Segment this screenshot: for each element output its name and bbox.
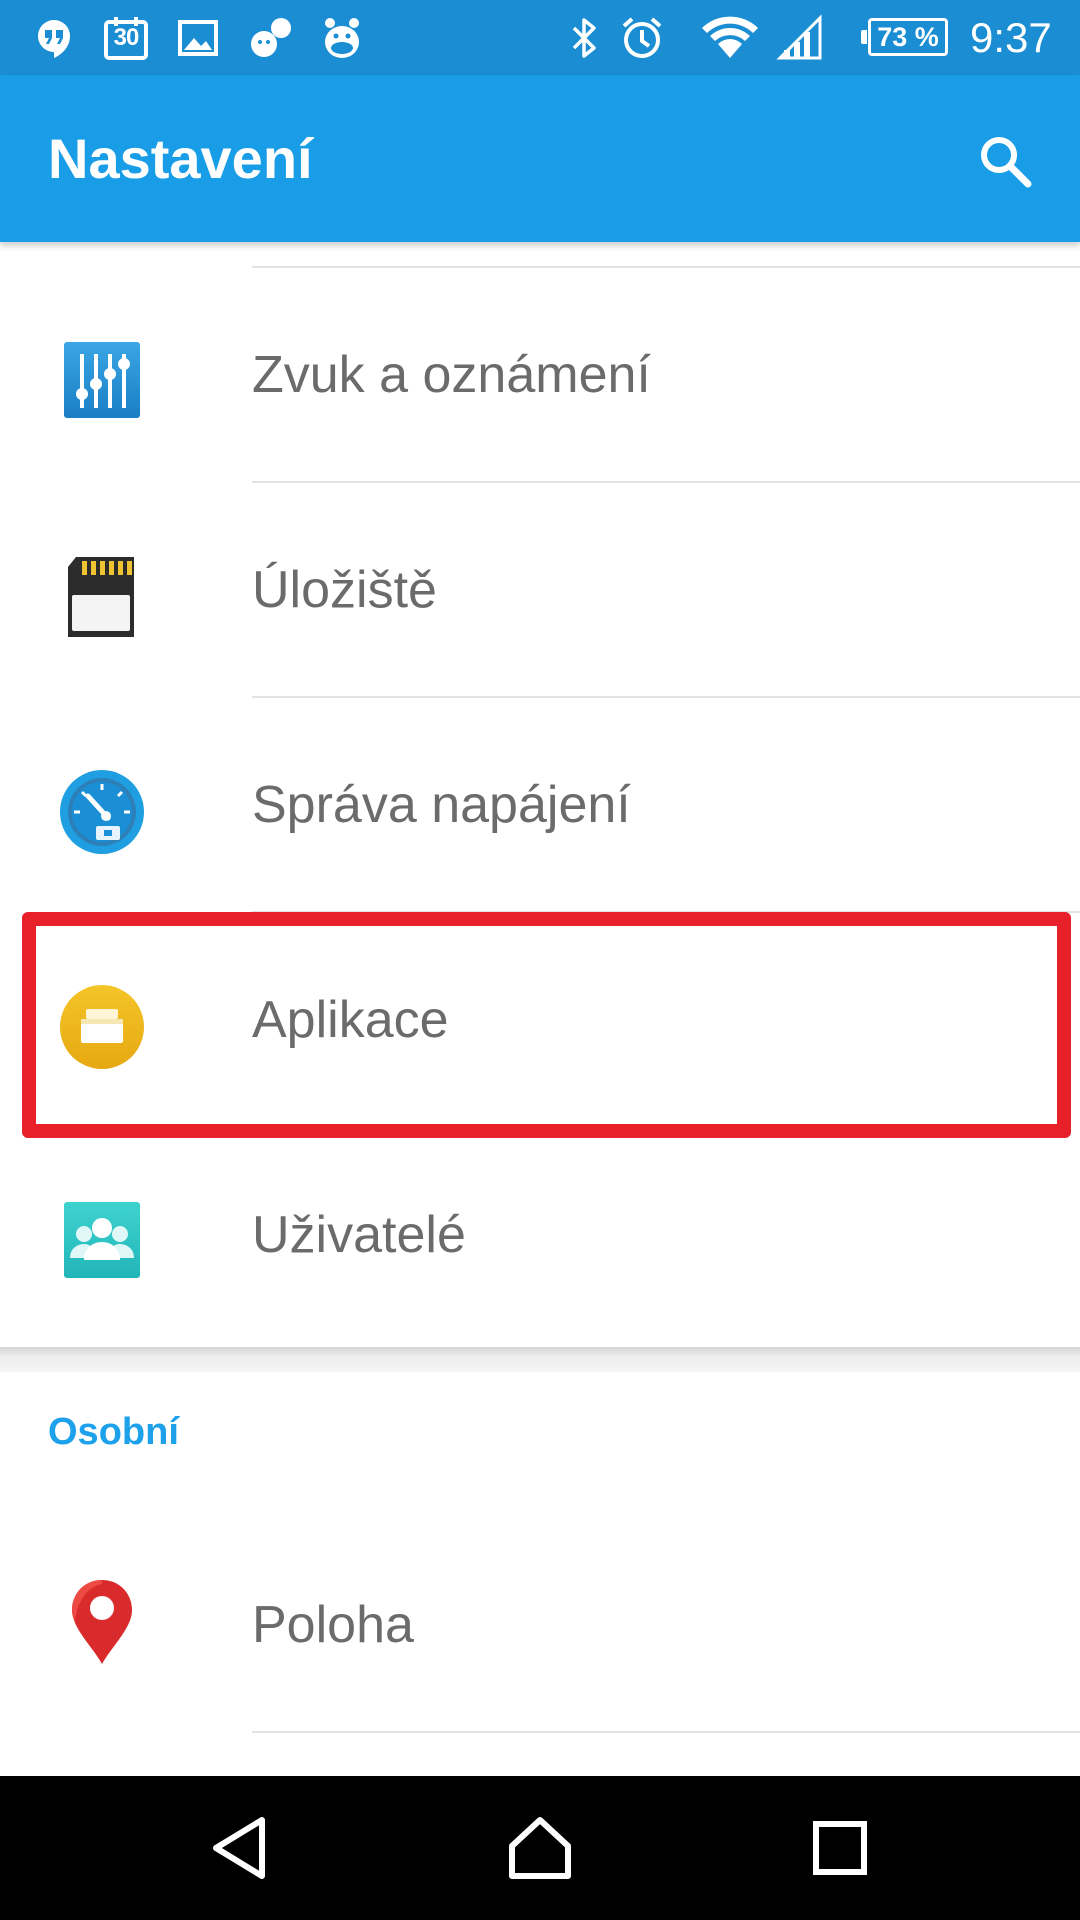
- divider: [252, 1731, 1080, 1733]
- location-pin-icon: [58, 1578, 146, 1666]
- settings-item-label: Poloha: [252, 1596, 414, 1654]
- power-gauge-icon: [58, 768, 146, 856]
- search-icon[interactable]: [974, 130, 1038, 194]
- sd-card-icon: [58, 553, 146, 641]
- settings-item-location[interactable]: Poloha: [0, 1518, 1080, 1733]
- calendar-day: 30: [113, 24, 140, 51]
- settings-item-label: Správa napájení: [252, 776, 631, 834]
- signal-icon: [776, 14, 824, 62]
- calendar-icon: 30: [102, 14, 150, 62]
- settings-item-label: Uživatelé: [252, 1206, 466, 1264]
- chat-icon: [246, 14, 294, 62]
- settings-item-label: Úložiště: [252, 561, 437, 619]
- settings-item-sound[interactable]: Zvuk a oznámení: [0, 268, 1080, 483]
- recents-icon[interactable]: [804, 1812, 876, 1884]
- status-bar: 30 73 % 9:37: [0, 0, 1080, 75]
- settings-item-users[interactable]: Uživatelé: [0, 1128, 1080, 1343]
- settings-item-power[interactable]: Správa napájení: [0, 698, 1080, 913]
- battery-icon: 73 %: [861, 18, 948, 56]
- hippo-icon: [318, 14, 366, 62]
- section-separator: [0, 1347, 1080, 1372]
- apps-icon: [58, 983, 146, 1071]
- alarm-icon: [618, 14, 666, 62]
- settings-item-label: Zvuk a oznámení: [252, 346, 651, 404]
- home-icon[interactable]: [504, 1812, 576, 1884]
- settings-item-apps[interactable]: Aplikace: [0, 913, 1080, 1128]
- settings-item-label: Aplikace: [252, 991, 449, 1049]
- back-icon[interactable]: [206, 1812, 278, 1884]
- wifi-icon: [700, 14, 760, 62]
- section-header-personal: Osobní: [48, 1411, 179, 1453]
- bluetooth-icon: [560, 14, 608, 62]
- page-title: Nastavení: [48, 127, 313, 190]
- users-icon: [58, 1198, 146, 1286]
- navigation-bar: [0, 1776, 1080, 1920]
- gallery-icon: [174, 14, 222, 62]
- app-bar: Nastavení: [0, 75, 1080, 242]
- clock: 9:37: [970, 14, 1052, 61]
- settings-item-storage[interactable]: Úložiště: [0, 483, 1080, 698]
- sound-equalizer-icon: [58, 338, 146, 426]
- hangouts-icon: [30, 14, 78, 62]
